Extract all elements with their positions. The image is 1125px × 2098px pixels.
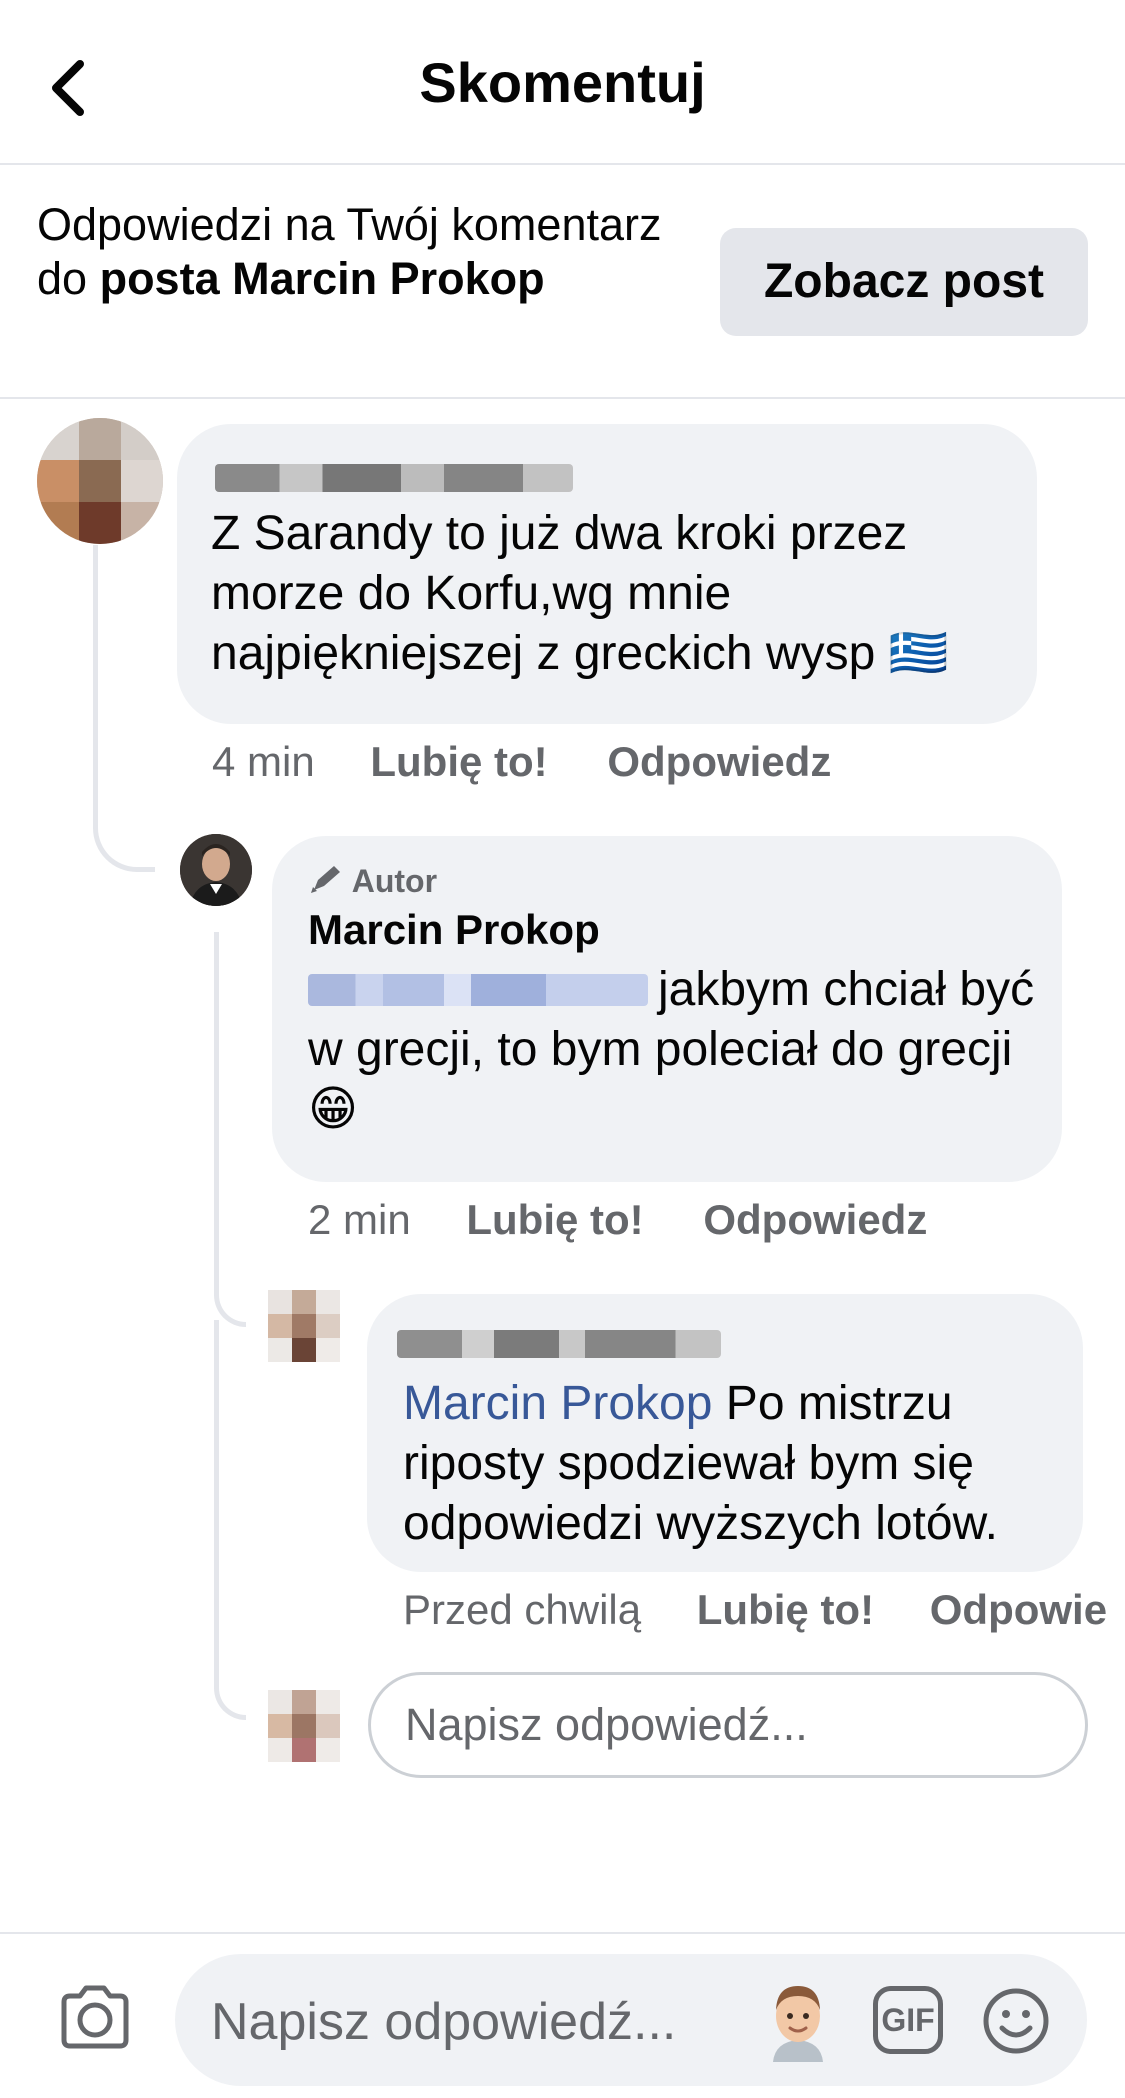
reply-button[interactable]: Odpowie — [930, 1586, 1107, 1633]
author-badge: Autor — [308, 862, 437, 900]
header: Skomentuj — [0, 0, 1125, 165]
pencil-icon — [311, 866, 340, 893]
like-button[interactable]: Lubię to! — [466, 1196, 643, 1243]
comment-time: 2 min — [308, 1196, 411, 1243]
author-name[interactable]: Marcin Prokop — [308, 906, 600, 954]
avatar[interactable] — [180, 834, 252, 906]
see-post-button[interactable]: Zobacz post — [720, 228, 1088, 336]
reply-button[interactable]: Odpowiedz — [703, 1196, 927, 1243]
grin-emoji-icon: 😁 — [308, 1083, 359, 1136]
author-avatar-image — [180, 834, 252, 906]
gif-button[interactable]: GIF — [873, 1986, 943, 2054]
composer-input[interactable]: Napisz odpowiedź... GIF — [175, 1954, 1087, 2086]
avatar-sticker-icon — [773, 1986, 823, 2062]
page-title: Skomentuj — [419, 51, 706, 114]
avatar-sticker-button[interactable] — [761, 1980, 835, 2062]
avatar[interactable] — [268, 1290, 340, 1362]
commenter-name-blurred[interactable] — [215, 464, 573, 492]
camera-icon — [61, 1985, 129, 2049]
comment-time: Przed chwilą — [403, 1586, 642, 1633]
context-bar: Odpowiedzi na Twój komentarz do posta Ma… — [0, 165, 1125, 399]
composer-bar: Napisz odpowiedź... GIF — [0, 1932, 1125, 2098]
like-button[interactable]: Lubię to! — [370, 738, 547, 785]
reply-input[interactable]: Napisz odpowiedź... — [368, 1672, 1088, 1778]
composer-placeholder: Napisz odpowiedź... — [211, 1993, 677, 2051]
emoji-button[interactable] — [981, 1986, 1051, 2056]
commenter-name-blurred[interactable] — [397, 1330, 721, 1358]
comment-text: Z Sarandy to już dwa kroki przez morze d… — [211, 507, 949, 680]
comment-meta: 2 min Lubię to! Odpowiedz — [308, 1196, 927, 1244]
avatar[interactable] — [37, 418, 163, 544]
comment-meta: Przed chwilą Lubię to! Odpowie — [403, 1586, 1107, 1634]
thread-connector — [214, 1320, 246, 1720]
context-description: Odpowiedzi na Twój komentarz do posta Ma… — [37, 198, 677, 306]
avatar — [268, 1690, 340, 1762]
context-text-post[interactable]: posta Marcin Prokop — [100, 253, 545, 304]
comment-bubble: Z Sarandy to już dwa kroki przez morze d… — [177, 424, 1037, 724]
comment-time: 4 min — [212, 738, 315, 785]
camera-button[interactable] — [56, 1982, 134, 2052]
comment-bubble: Marcin Prokop Po mistrzu riposty spodzie… — [367, 1294, 1083, 1572]
greece-flag-icon: 🇬🇷 — [888, 627, 949, 680]
comment-text: Marcin Prokop Po mistrzu riposty spodzie… — [403, 1377, 998, 1550]
gif-label: GIF — [881, 2002, 935, 2038]
comment-bubble: Autor Marcin Prokop jakbym chciał być w … — [272, 836, 1062, 1182]
thread-connector — [93, 545, 155, 872]
like-button[interactable]: Lubię to! — [697, 1586, 874, 1633]
comment-text: jakbym chciał być w grecji, to bym polec… — [308, 963, 1035, 1136]
thread-connector — [214, 932, 246, 1327]
reply-button[interactable]: Odpowiedz — [607, 738, 831, 785]
mention-link[interactable]: Marcin Prokop — [403, 1377, 712, 1430]
smiley-icon — [983, 1988, 1049, 2054]
comment-meta: 4 min Lubię to! Odpowiedz — [212, 738, 831, 786]
